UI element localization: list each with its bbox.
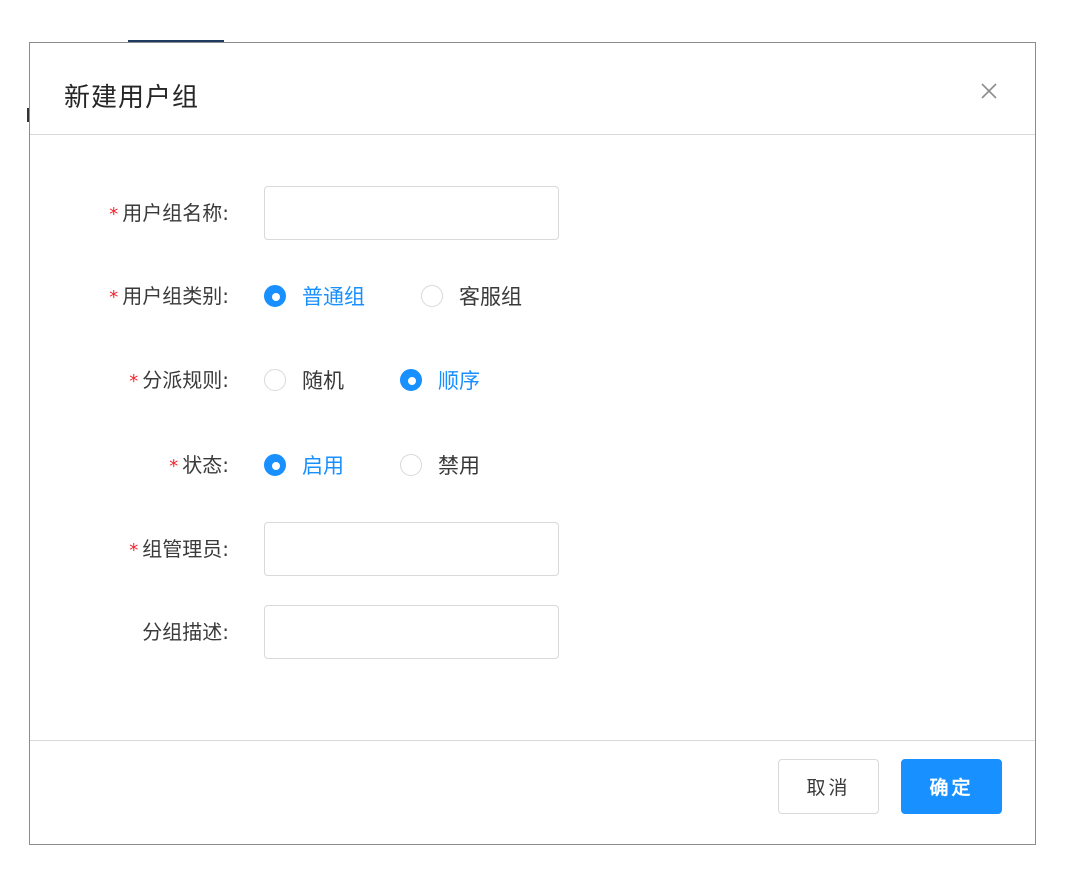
status-option-enabled[interactable]: 启用 [264, 450, 344, 480]
radio-label: 禁用 [438, 454, 480, 478]
close-icon [981, 83, 997, 99]
form-row-dispatch-rule: * 分派规则: 随机 顺序 [30, 353, 1035, 407]
group-type-option-normal[interactable]: 普通组 [264, 281, 365, 311]
radio-checked-icon [264, 454, 286, 476]
radio-label: 顺序 [438, 369, 480, 393]
radio-unchecked-icon [400, 454, 422, 476]
dialog-title: 新建用户组 [64, 83, 200, 113]
group-admin-label: * 组管理员: [129, 537, 229, 561]
status-radio-group: 启用 禁用 [264, 438, 480, 492]
required-mark: * [169, 456, 179, 477]
dispatch-rule-label: * 分派规则: [129, 368, 229, 392]
radio-label: 普通组 [302, 285, 365, 309]
required-mark: * [129, 371, 139, 392]
radio-unchecked-icon [264, 369, 286, 391]
dispatch-rule-radio-group: 随机 顺序 [264, 353, 480, 407]
required-mark: * [109, 204, 119, 225]
dialog-footer: 取消 确定 [30, 740, 1035, 844]
form-row-group-description: 分组描述: [30, 605, 1035, 659]
radio-label: 客服组 [459, 285, 522, 309]
dialog-header: 新建用户组 [30, 43, 1035, 135]
radio-checked-icon [264, 285, 286, 307]
required-mark: * [129, 540, 139, 561]
radio-label: 启用 [302, 454, 344, 478]
close-button[interactable] [979, 81, 999, 101]
form-row-group-name: * 用户组名称: [30, 186, 1035, 240]
required-mark: * [109, 287, 119, 308]
form-row-group-admin: * 组管理员: [30, 522, 1035, 576]
radio-checked-icon [400, 369, 422, 391]
group-type-label: * 用户组类别: [109, 284, 229, 308]
cancel-button[interactable]: 取消 [778, 759, 879, 814]
group-description-input[interactable] [264, 605, 559, 659]
form-row-group-type: * 用户组类别: 普通组 客服组 [30, 269, 1035, 323]
radio-unchecked-icon [421, 285, 443, 307]
dispatch-rule-option-random[interactable]: 随机 [264, 365, 344, 395]
group-name-input[interactable] [264, 186, 559, 240]
new-user-group-dialog: 新建用户组 *用户组名称: *用户组类别: 普通组 客服组 *分派规则: [29, 42, 1036, 845]
form-row-status: * 状态: 启用 禁用 [30, 438, 1035, 492]
group-admin-input[interactable] [264, 522, 559, 576]
radio-label: 随机 [302, 369, 344, 393]
dispatch-rule-option-sequential[interactable]: 顺序 [400, 365, 480, 395]
ok-button[interactable]: 确定 [901, 759, 1002, 814]
group-type-radio-group: 普通组 客服组 [264, 269, 522, 323]
group-type-option-service[interactable]: 客服组 [421, 281, 522, 311]
status-label: * 状态: [169, 453, 229, 477]
group-description-label: 分组描述: [142, 620, 229, 644]
status-option-disabled[interactable]: 禁用 [400, 450, 480, 480]
group-name-label: * 用户组名称: [109, 201, 229, 225]
